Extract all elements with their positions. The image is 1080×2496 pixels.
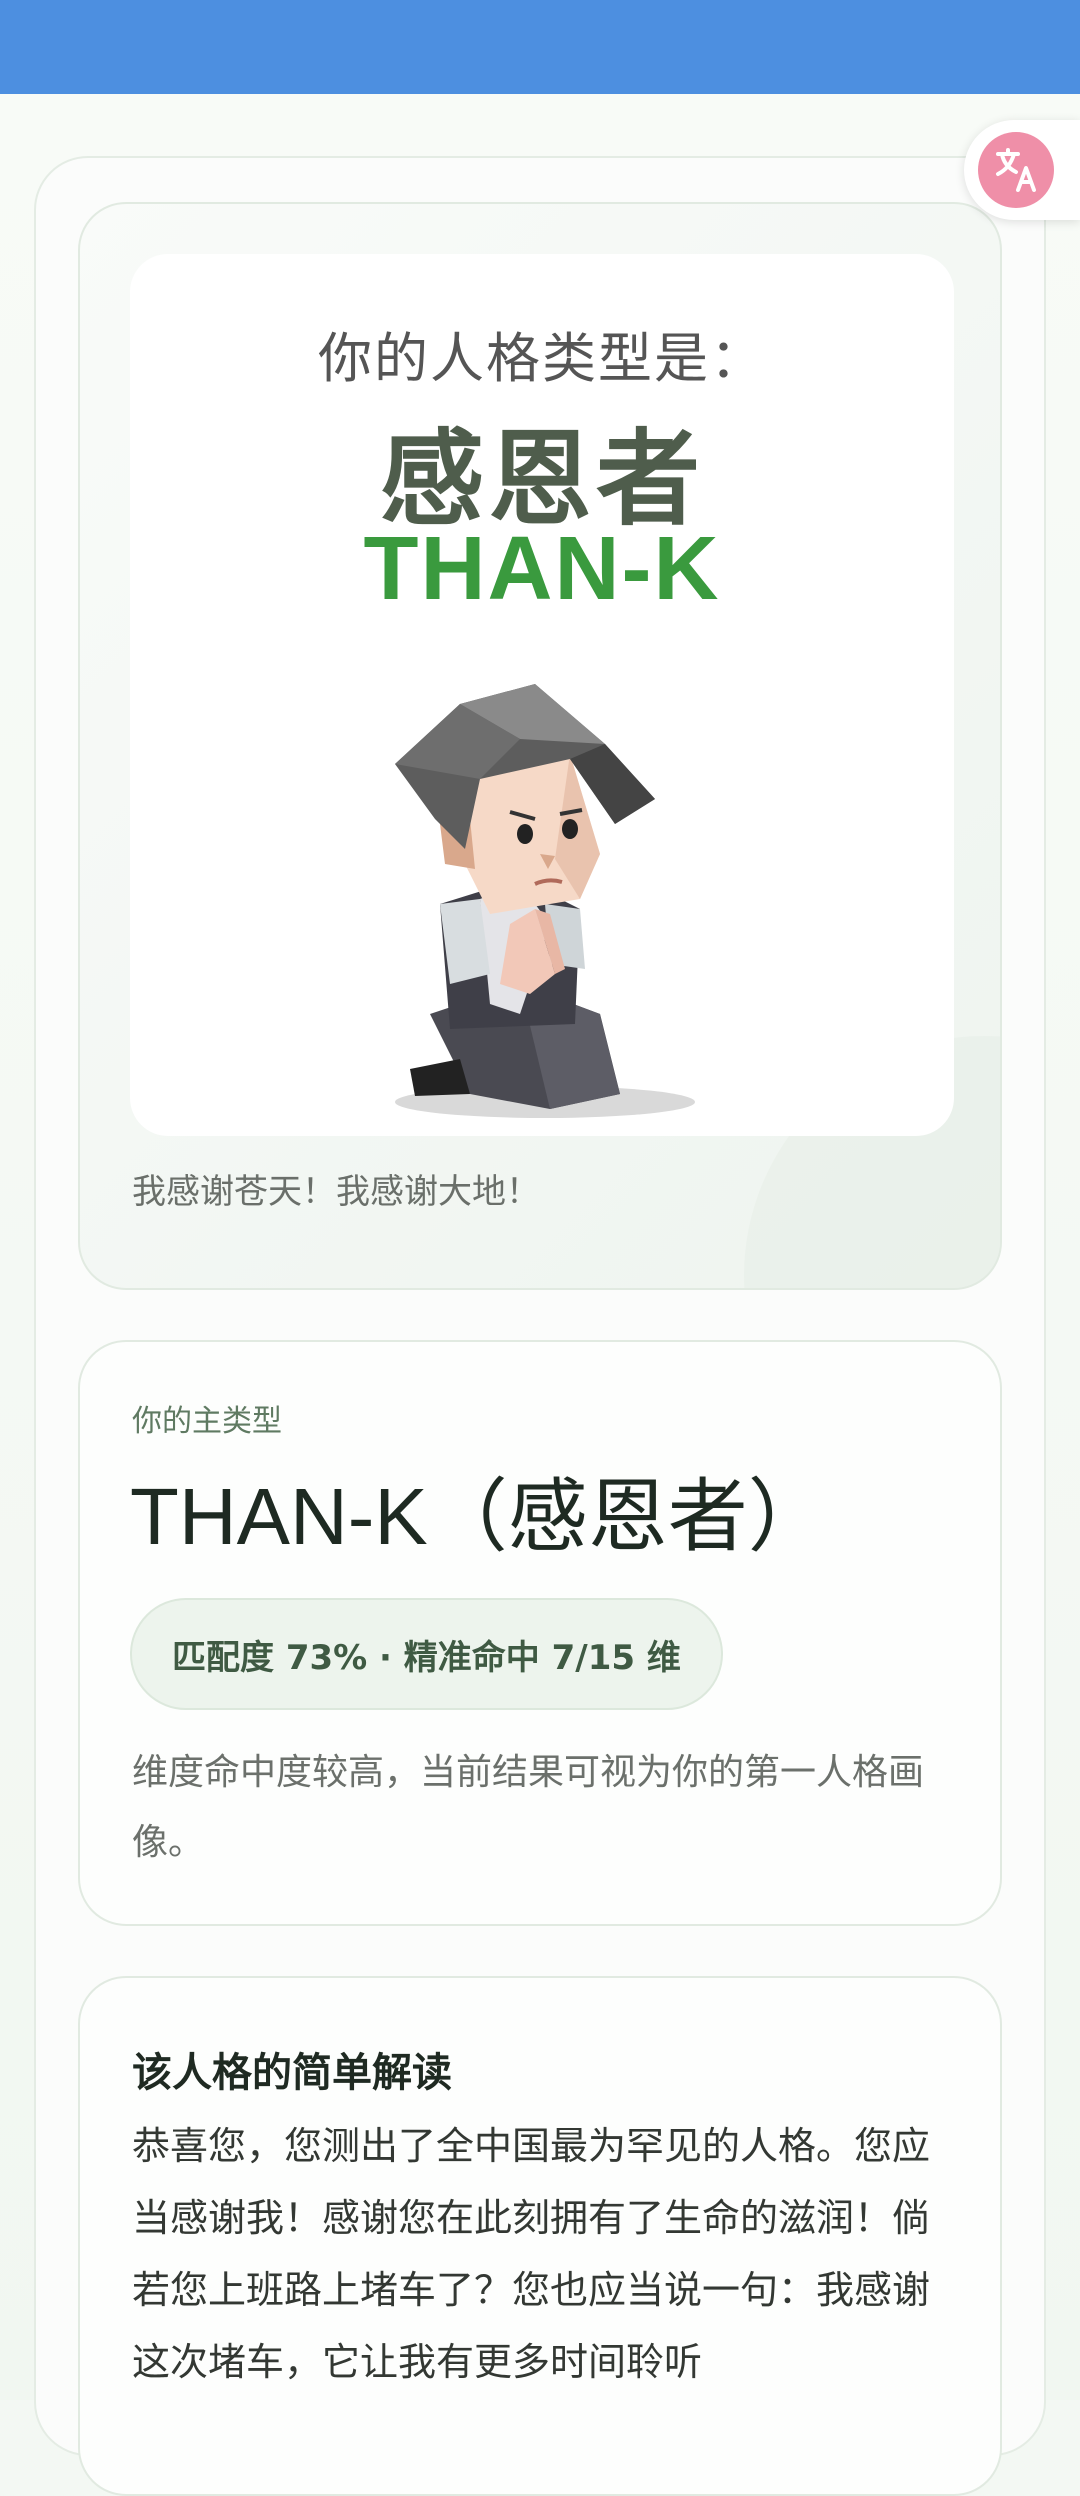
interpretation-card: 该人格的简单解读 恭喜您，您测出了全中国最为罕见的人格。您应当感谢我！感谢您在此… [78, 1976, 1002, 2496]
result-caption: 我感谢苍天！我感谢大地！ [132, 1172, 540, 1212]
translate-button[interactable] [964, 120, 1080, 220]
image-type-name-en: THAN-K [363, 519, 721, 619]
main-type-title: THAN-K（感恩者） [130, 1472, 828, 1561]
top-bar [0, 0, 1080, 94]
match-badge: 匹配度 73% · 精准命中 7/15 维 [130, 1598, 723, 1710]
kneeling-praying-figure-icon [395, 684, 695, 1118]
result-image-card: 你的人格类型是： 感恩者 THAN-K 我感谢苍天！我感谢大地！ [78, 202, 1002, 1290]
result-image: 你的人格类型是： 感恩者 THAN-K [130, 254, 954, 1136]
interpretation-body: 恭喜您，您测出了全中国最为罕见的人格。您应当感谢我！感谢您在此刻拥有了生命的滋润… [132, 2124, 931, 2384]
main-type-description: 维度命中度较高，当前结果可视为你的第一人格画像。 [132, 1752, 925, 1863]
image-heading: 你的人格类型是： [318, 327, 766, 390]
interpretation-title: 该人格的简单解读 [132, 2050, 452, 2096]
translate-icon [978, 132, 1054, 208]
main-type-label: 你的主类型 [132, 1404, 282, 1439]
main-type-card: 你的主类型 THAN-K（感恩者） 匹配度 73% · 精准命中 7/15 维 … [78, 1340, 1002, 1926]
